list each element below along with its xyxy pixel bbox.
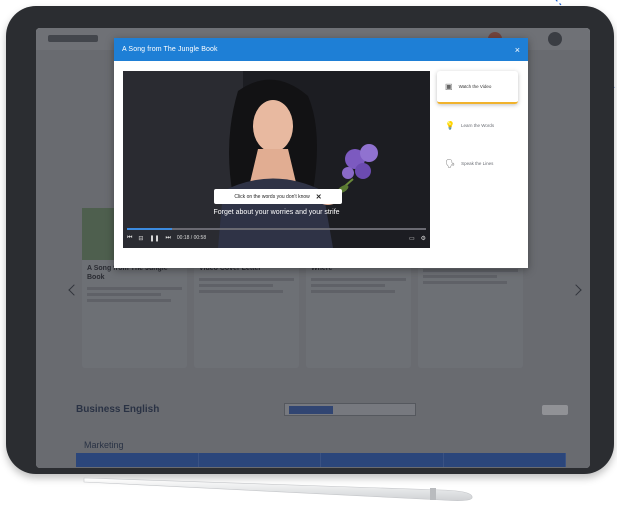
subtitle-icon[interactable]: ⊟ <box>138 235 143 242</box>
side-menu: ▣ Watch the Video 💡 Learn the Words 🗣 Sp… <box>437 71 518 211</box>
forward-icon[interactable]: ⏭ <box>166 235 171 242</box>
side-item-label: Learn the Words <box>460 123 495 128</box>
stage: A Song from The Jungle Book Video Cover … <box>0 0 617 531</box>
settings-icon[interactable]: ⚙ <box>421 235 426 242</box>
video-subtitle[interactable]: Forget about your worries and your strif… <box>123 209 430 216</box>
progress-bar[interactable] <box>127 228 426 230</box>
video-frame <box>123 71 430 248</box>
captions-icon[interactable]: ▭ <box>409 235 415 242</box>
word-hint-text: Click on the words you don't know <box>234 193 310 200</box>
side-item-watch-video[interactable]: ▣ Watch the Video <box>437 71 518 104</box>
word-hint-popup: Click on the words you don't know ✕ <box>214 189 342 204</box>
speak-icon: 🗣 <box>445 159 456 168</box>
modal-header: A Song from The Jungle Book × <box>114 38 528 61</box>
video-player[interactable]: Click on the words you don't know ✕ Forg… <box>123 71 430 248</box>
video-icon: ▣ <box>445 82 453 91</box>
video-modal: A Song from The Jungle Book × Click on t… <box>114 38 528 268</box>
player-controls: ⏮ ⊟ ❚❚ ⏭ 00:18 / 00:58 ▭ ⚙ <box>127 232 426 244</box>
close-icon[interactable]: ✕ <box>316 193 322 201</box>
close-icon[interactable]: × <box>515 45 520 55</box>
side-item-speak-lines[interactable]: 🗣 Speak the Lines <box>437 147 518 180</box>
time-display: 00:18 / 00:58 <box>176 235 207 241</box>
side-item-learn-words[interactable]: 💡 Learn the Words <box>437 109 518 142</box>
rewind-icon[interactable]: ⏮ <box>127 235 132 242</box>
progress-fill <box>127 228 172 230</box>
pause-icon[interactable]: ❚❚ <box>149 235 159 242</box>
modal-title: A Song from The Jungle Book <box>122 46 218 53</box>
side-item-label: Speak the Lines <box>461 161 494 166</box>
side-item-label: Watch the Video <box>458 84 492 89</box>
stylus-pen <box>83 477 473 501</box>
lightbulb-icon: 💡 <box>445 121 455 130</box>
